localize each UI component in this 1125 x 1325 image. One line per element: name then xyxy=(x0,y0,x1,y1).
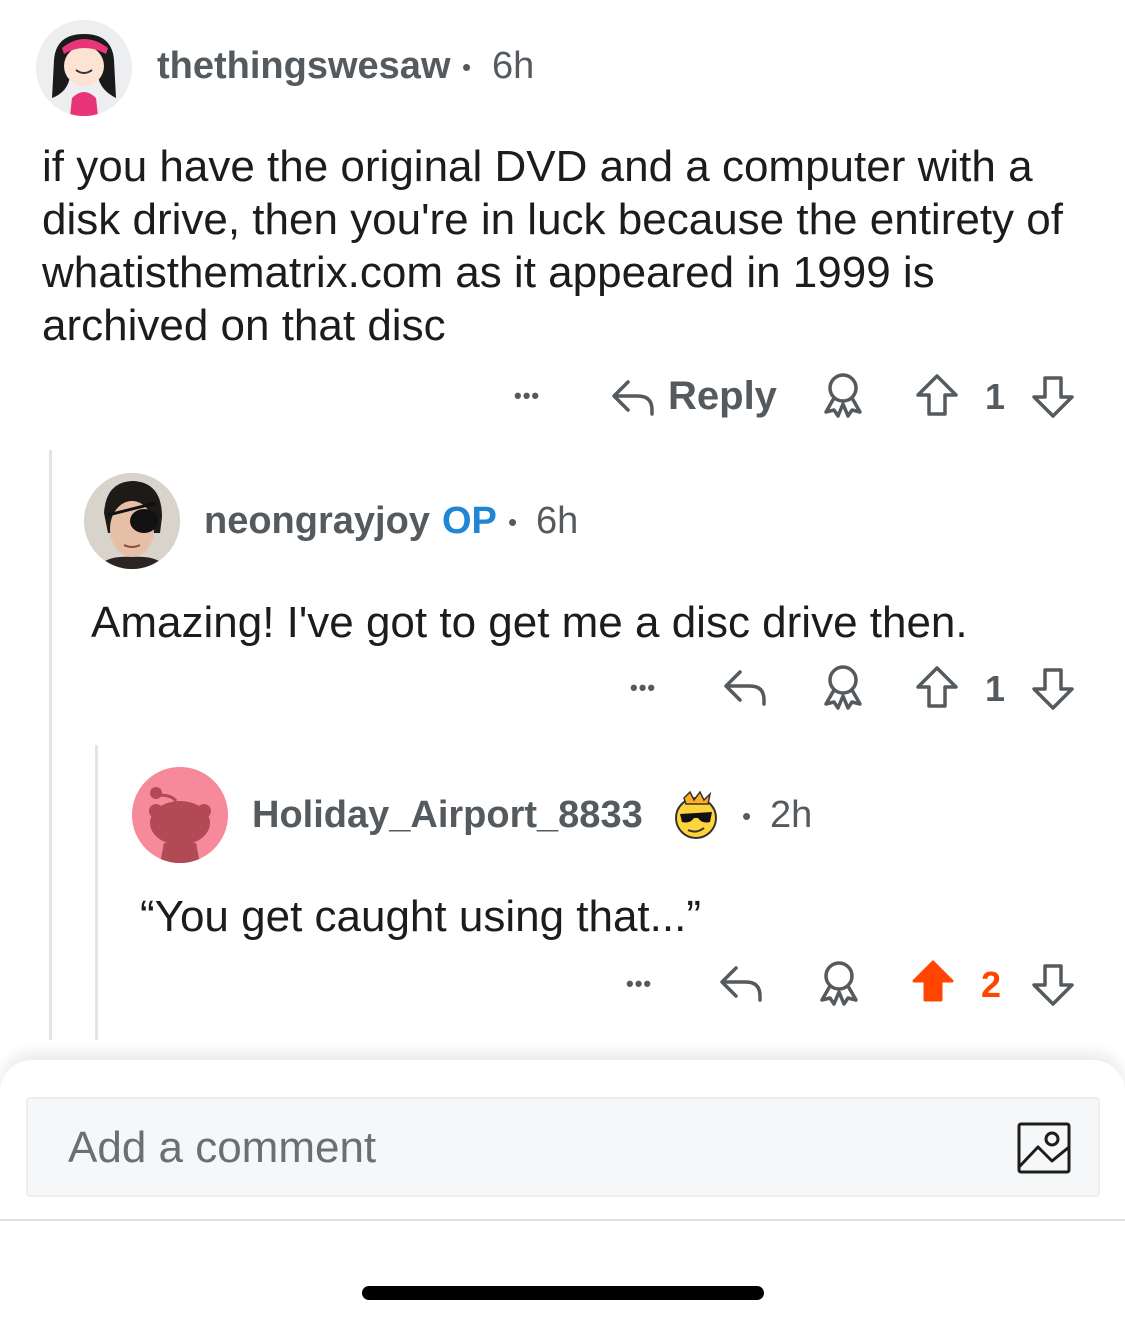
more-options-button[interactable]: ••• xyxy=(630,677,656,699)
username[interactable]: neongrayjoy xyxy=(204,500,430,543)
add-comment-placeholder: Add a comment xyxy=(68,1123,377,1172)
add-comment-input[interactable]: Add a comment xyxy=(26,1097,1100,1197)
upvote-icon-active[interactable] xyxy=(910,958,956,1004)
upvote-icon[interactable] xyxy=(914,664,960,710)
more-options-button[interactable]: ••• xyxy=(626,973,652,995)
avatar[interactable] xyxy=(132,767,228,863)
thread-line-level-1[interactable] xyxy=(49,450,52,1040)
divider xyxy=(0,1219,1125,1221)
reply-icon xyxy=(612,380,654,416)
username[interactable]: Holiday_Airport_8833 xyxy=(252,794,643,837)
comment-body: “You get caught using that...” xyxy=(140,892,701,941)
timestamp: 2h xyxy=(770,794,813,836)
award-icon[interactable] xyxy=(814,958,864,1008)
home-indicator[interactable] xyxy=(362,1286,764,1300)
vote-score: 1 xyxy=(985,668,1006,709)
reply-label: Reply xyxy=(668,374,777,418)
reply-icon[interactable] xyxy=(718,962,764,1004)
separator-dot: • xyxy=(508,507,518,537)
username[interactable]: thethingswesaw xyxy=(157,45,451,88)
op-badge: OP xyxy=(442,500,497,542)
vote-score: 1 xyxy=(985,376,1006,417)
downvote-icon[interactable] xyxy=(1030,962,1076,1008)
avatar[interactable] xyxy=(36,20,132,116)
reply-button[interactable]: Reply xyxy=(606,372,777,422)
reply-icon[interactable] xyxy=(722,666,768,708)
comment-body: Amazing! I've got to get me a disc drive… xyxy=(91,598,968,647)
thread-line-level-2[interactable] xyxy=(95,745,98,1040)
downvote-icon[interactable] xyxy=(1030,666,1076,712)
more-options-button[interactable]: ••• xyxy=(514,385,540,407)
downvote-icon[interactable] xyxy=(1030,374,1076,420)
vote-score: 2 xyxy=(981,964,1002,1005)
upvote-icon[interactable] xyxy=(914,372,960,418)
separator-dot: • xyxy=(462,52,472,82)
image-upload-icon[interactable] xyxy=(1016,1121,1072,1175)
timestamp: 6h xyxy=(492,45,535,87)
separator-dot: • xyxy=(742,801,752,831)
timestamp: 6h xyxy=(536,500,579,542)
cool-face-emoji-icon xyxy=(675,790,717,839)
award-icon[interactable] xyxy=(818,370,868,420)
comment-body: if you have the original DVD and a compu… xyxy=(42,142,1063,350)
award-icon[interactable] xyxy=(818,662,868,712)
avatar[interactable] xyxy=(84,473,180,569)
